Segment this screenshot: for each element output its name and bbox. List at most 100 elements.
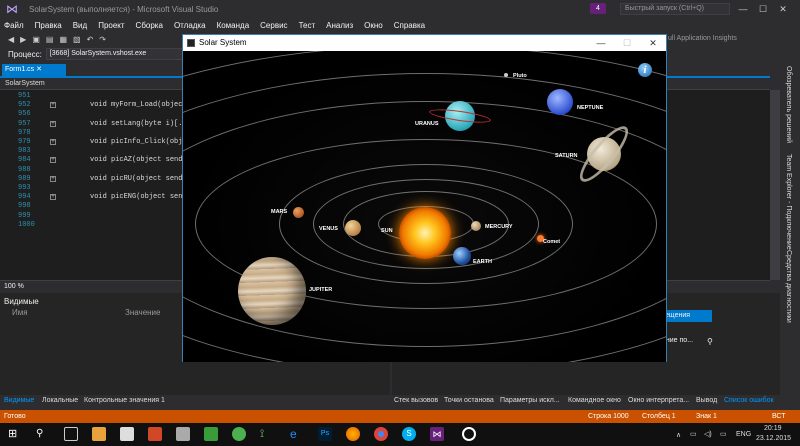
column-value-header[interactable]: Значение <box>125 308 160 317</box>
menu-help[interactable]: Справка <box>394 21 425 30</box>
menu-file[interactable]: Файл <box>4 21 24 30</box>
tab-breakpoints[interactable]: Точки останова <box>444 395 494 407</box>
network-app-icon[interactable]: ⟟ <box>260 427 274 441</box>
solar-close-button[interactable]: ✕ <box>643 35 663 51</box>
store-icon[interactable] <box>120 427 134 441</box>
tab-error-list[interactable]: Список ошибок <box>724 395 774 407</box>
code-line[interactable]: void picInfo_Click(obje <box>90 138 187 146</box>
menu-test[interactable]: Тест <box>299 21 316 30</box>
app-green-icon[interactable] <box>204 427 218 441</box>
diagnostic-tools-tab[interactable]: Средства диагностики <box>785 250 792 323</box>
quick-launch-input[interactable]: Быстрый запуск (Ctrl+Q) <box>620 3 730 15</box>
filter-icon[interactable]: ⚲ <box>707 337 713 346</box>
team-explorer-tab[interactable]: Team Explorer - Подключение <box>785 154 792 250</box>
neptune-icon[interactable] <box>547 89 573 115</box>
code-line[interactable]: void picRU(object sende <box>90 175 187 183</box>
tab-locals[interactable]: Локальные <box>42 395 78 407</box>
tab-immediate-window[interactable]: Окно интерпрета... <box>628 395 689 407</box>
powerpoint-icon[interactable] <box>148 427 162 441</box>
venus-icon[interactable] <box>345 220 361 236</box>
skype-icon[interactable]: S <box>402 427 416 441</box>
line-number: 999 <box>18 211 31 220</box>
notifications-badge[interactable]: 4 <box>590 3 606 14</box>
chrome-icon[interactable] <box>374 427 388 441</box>
tab-watch-1[interactable]: Контрольные значения 1 <box>84 395 165 407</box>
code-line[interactable]: void picENG(object sende <box>90 193 191 201</box>
sun-icon[interactable] <box>399 207 451 259</box>
process-select[interactable]: [3668] SolarSystem.vshost.exe <box>45 48 196 60</box>
visual-studio-taskbar-icon[interactable]: ⋈ <box>430 427 444 441</box>
archive-icon[interactable] <box>176 427 190 441</box>
photoshop-icon[interactable]: Ps <box>318 427 332 441</box>
tab-command-window[interactable]: Командное окно <box>568 395 621 407</box>
pluto-icon[interactable] <box>504 73 508 77</box>
search-icon[interactable]: ⚲ <box>36 427 50 441</box>
file-explorer-icon[interactable] <box>92 427 106 441</box>
save-icon[interactable]: ▦ <box>59 35 67 44</box>
tab-output[interactable]: Вывод <box>696 395 717 407</box>
jupiter-icon[interactable] <box>238 257 306 325</box>
menu-project[interactable]: Проект <box>98 21 124 30</box>
clock-time[interactable]: 20:19 <box>764 425 782 432</box>
solution-explorer-tab[interactable]: Обозреватель решений <box>785 66 792 143</box>
mercury-label: MERCURY <box>485 224 513 230</box>
line-number: 983 <box>18 147 31 156</box>
visual-studio-logo-icon: ⋈ <box>6 2 18 16</box>
fold-toggle-icon[interactable]: + <box>50 139 56 145</box>
fold-toggle-icon[interactable]: + <box>50 157 56 164</box>
volume-icon[interactable]: ◁) <box>704 430 712 438</box>
panel-tab[interactable]: ещения <box>662 310 712 322</box>
network-icon[interactable]: ▭ <box>690 430 697 438</box>
menu-view[interactable]: Вид <box>73 21 87 30</box>
tray-arrow-icon[interactable]: ∧ <box>676 431 681 439</box>
redo-icon[interactable]: ↷ <box>99 35 106 44</box>
menu-build[interactable]: Сборка <box>136 21 163 30</box>
back-icon[interactable]: ◀ <box>8 35 14 44</box>
tab-visible[interactable]: Видимые <box>4 395 34 407</box>
code-line[interactable]: void picAZ(object sende <box>90 156 187 164</box>
mercury-icon[interactable] <box>471 221 481 231</box>
fold-toggle-icon[interactable]: + <box>50 102 56 109</box>
earth-icon[interactable] <box>453 247 471 265</box>
tab-exception-settings[interactable]: Параметры искл... <box>500 395 560 407</box>
sun-label: SUN <box>381 228 393 234</box>
mars-icon[interactable] <box>293 207 304 218</box>
column-name-header[interactable]: Имя <box>12 308 28 317</box>
solar-minimize-button[interactable]: — <box>591 35 611 51</box>
code-line[interactable]: void myForm_Load(object <box>90 101 187 109</box>
menu-edit[interactable]: Правка <box>35 21 62 30</box>
app-circle-icon[interactable] <box>232 427 246 441</box>
menu-team[interactable]: Команда <box>217 21 250 30</box>
notification-icon[interactable]: ▭ <box>720 430 727 438</box>
menu-tools[interactable]: Сервис <box>260 21 287 30</box>
task-view-icon[interactable] <box>64 427 78 441</box>
close-button[interactable]: ✕ <box>776 2 790 16</box>
fold-toggle-icon[interactable]: + <box>50 120 56 127</box>
forward-icon[interactable]: ▶ <box>20 35 26 44</box>
edge-icon[interactable]: e <box>290 427 304 441</box>
menu-analyze[interactable]: Анализ <box>326 21 353 30</box>
application-insights-button[interactable]: ull Application Insights <box>668 35 737 42</box>
code-line[interactable]: void setLang(byte i)[...] <box>90 120 195 128</box>
maximize-button[interactable]: ☐ <box>756 2 770 16</box>
new-file-icon[interactable]: ▣ <box>32 35 40 44</box>
language-indicator[interactable]: ENG <box>736 431 751 438</box>
fold-toggle-icon[interactable]: + <box>50 194 56 201</box>
minimize-button[interactable]: — <box>736 2 750 16</box>
fold-toggle-icon[interactable]: + <box>50 175 56 182</box>
menu-debug[interactable]: Отладка <box>174 21 206 30</box>
clock-date[interactable]: 23.12.2015 <box>756 435 791 442</box>
save-all-icon[interactable]: ▧ <box>73 35 81 44</box>
open-file-icon[interactable]: ▤ <box>46 35 54 44</box>
start-icon[interactable]: ⊞ <box>8 427 22 441</box>
tab-form1-cs[interactable]: Form1.cs ✕ <box>2 64 66 76</box>
tab-call-stack[interactable]: Стек вызовов <box>394 395 438 407</box>
firefox-icon[interactable] <box>346 427 360 441</box>
comet-label: Comet <box>543 239 561 245</box>
undo-icon[interactable]: ↶ <box>87 35 94 44</box>
solar-system-app-icon[interactable] <box>462 427 476 441</box>
editor-scrollbar[interactable] <box>770 90 780 280</box>
info-icon[interactable]: i <box>638 63 652 77</box>
menu-window[interactable]: Окно <box>364 21 383 30</box>
solar-maximize-button[interactable]: ☐ <box>617 35 637 51</box>
